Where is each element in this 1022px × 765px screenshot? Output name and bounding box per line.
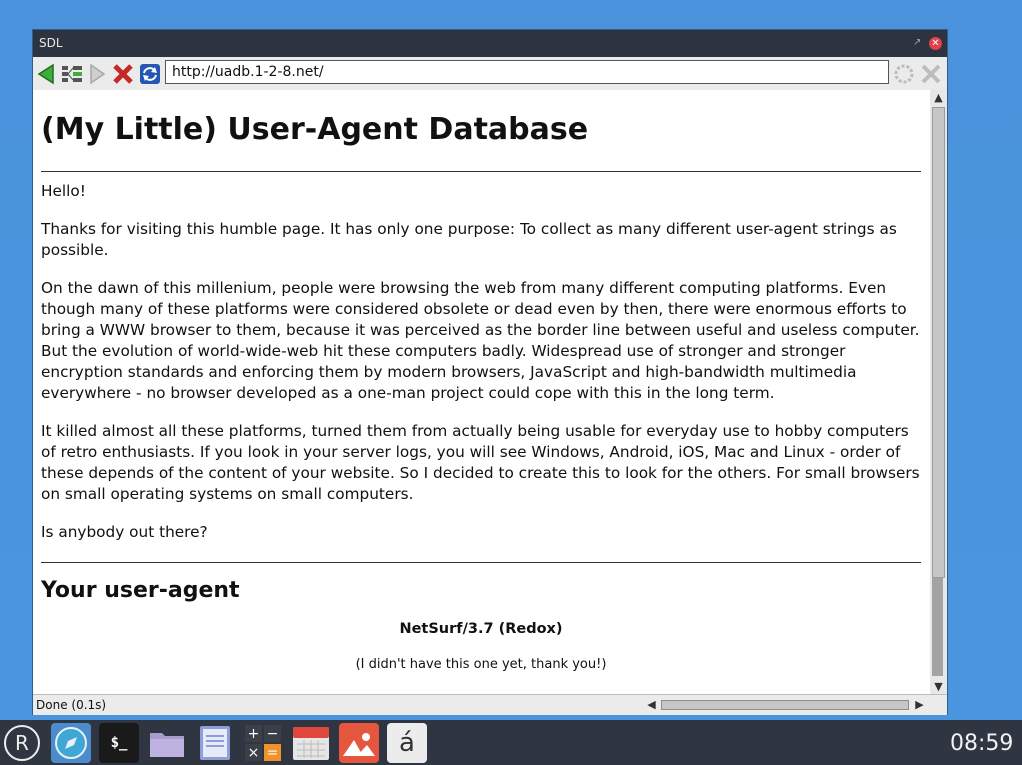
window-titlebar[interactable]: SDL ↗ ✕ — [33, 30, 947, 57]
svg-text:−: − — [267, 726, 279, 742]
forward-button[interactable] — [85, 62, 109, 86]
throbber — [892, 62, 916, 86]
taskbar-terminal[interactable]: $_ — [99, 723, 139, 763]
scroll-left-arrow[interactable]: ◀ — [643, 697, 660, 712]
vertical-scroll-thumb[interactable] — [932, 107, 945, 578]
taskbar-calculator[interactable]: + − × = — [243, 723, 283, 763]
taskbar-image-viewer[interactable] — [339, 723, 379, 763]
paragraph: On the dawn of this millenium, people we… — [41, 279, 920, 402]
taskbar-files[interactable] — [147, 723, 187, 763]
taskbar-browser[interactable] — [51, 723, 91, 763]
back-button[interactable] — [34, 62, 58, 86]
section-heading: Your user-agent — [41, 578, 240, 603]
url-input[interactable] — [165, 60, 889, 84]
vertical-scrollbar[interactable]: ▲ ▼ — [930, 90, 947, 694]
divider — [41, 171, 921, 172]
web-page: (My Little) User-Agent Database Hello! T… — [41, 90, 921, 672]
redox-logo-icon: R — [4, 725, 40, 761]
user-agent-string: NetSurf/3.7 (Redox) — [399, 621, 563, 637]
horizontal-scrollbar[interactable]: ◀ ▶ — [643, 697, 929, 713]
image-viewer-icon — [343, 733, 375, 756]
stop-x-icon — [113, 64, 133, 84]
svg-text:×: × — [248, 745, 260, 761]
horizontal-scroll-thumb[interactable] — [661, 700, 909, 710]
taskbar-calendar[interactable] — [291, 723, 331, 763]
clock: 08:59 — [950, 731, 1014, 756]
status-bar: Done (0.1s) ◀ ▶ — [33, 694, 947, 715]
svg-text:+: + — [248, 726, 260, 742]
back-arrow-icon — [37, 63, 54, 85]
browser-window: SDL ↗ ✕ http://uadb.1-2-8.net/ (My Littl… — [33, 30, 947, 715]
scroll-up-arrow[interactable]: ▲ — [930, 90, 947, 105]
paragraph: Is anybody out there? — [41, 523, 208, 541]
calculator-icon: + − × = — [245, 725, 281, 761]
stop-button[interactable] — [111, 62, 135, 86]
svg-text:R: R — [15, 731, 29, 755]
text-editor-icon — [200, 726, 230, 760]
character-map-icon: á — [399, 728, 415, 758]
window-close-button[interactable]: ✕ — [929, 37, 942, 50]
paragraph: Hello! — [41, 182, 86, 200]
taskbar-character-map[interactable]: á — [387, 723, 427, 763]
page-viewport[interactable]: (My Little) User-Agent Database Hello! T… — [33, 90, 930, 694]
restore-icon[interactable]: ↗ — [913, 38, 922, 48]
forward-arrow-icon — [90, 63, 106, 85]
launcher-button[interactable]: R — [2, 723, 42, 763]
browser-toolbar — [33, 57, 947, 90]
files-icon — [150, 733, 184, 757]
close-tab-button[interactable] — [919, 62, 943, 86]
browser-icon — [55, 727, 87, 759]
page-heading: (My Little) User-Agent Database — [41, 112, 589, 147]
calendar-icon — [293, 727, 329, 760]
reload-icon — [140, 64, 160, 84]
paragraph: It killed almost all these platforms, tu… — [41, 422, 920, 503]
scroll-down-arrow[interactable]: ▼ — [930, 679, 947, 694]
scroll-right-arrow[interactable]: ▶ — [911, 697, 928, 712]
history-tree-icon — [62, 66, 82, 82]
throbber-icon — [894, 64, 914, 84]
history-button[interactable] — [60, 62, 84, 86]
divider — [41, 562, 921, 563]
taskbar: R $_ + − × = á — [0, 720, 1022, 765]
terminal-icon: $_ — [110, 735, 128, 751]
window-title: SDL — [39, 36, 63, 50]
svg-text:=: = — [267, 745, 279, 761]
reload-button[interactable] — [138, 62, 162, 86]
vertical-scroll-track[interactable] — [932, 578, 943, 676]
taskbar-text-editor[interactable] — [195, 723, 235, 763]
user-agent-note: (I didn't have this one yet, thank you!) — [355, 657, 607, 672]
status-text: Done (0.1s) — [36, 698, 107, 712]
close-icon — [921, 64, 941, 84]
paragraph: Thanks for visiting this humble page. It… — [41, 220, 897, 259]
